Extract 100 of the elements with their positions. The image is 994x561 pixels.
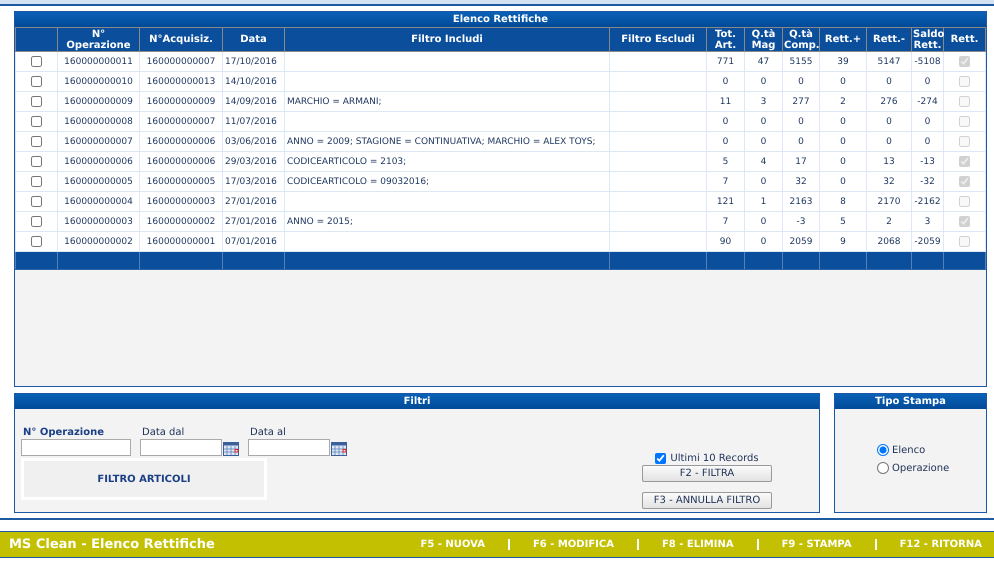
table-cell: 07/01/2016 — [222, 232, 284, 252]
table-cell: 03/06/2016 — [222, 132, 284, 152]
table-cell: 160000000011 — [58, 52, 140, 72]
column-header: Filtro Escludi — [610, 28, 706, 52]
table-cell: 277 — [782, 92, 820, 112]
panel-title: Tipo Stampa — [835, 394, 986, 409]
table-cell: -3 — [782, 212, 820, 232]
table-cell: -2059 — [912, 232, 944, 252]
table-cell: 32 — [866, 172, 912, 192]
shortcut-link[interactable]: F6 - MODIFICA — [532, 539, 614, 550]
column-header: Rett.- — [866, 28, 912, 52]
row-checkbox[interactable] — [31, 56, 42, 67]
filter-button[interactable]: F3 - ANNULLA FILTRO — [642, 492, 772, 509]
table-cell: 0 — [912, 132, 944, 152]
table-cell: 0 — [866, 72, 912, 92]
row-checkbox[interactable] — [31, 216, 42, 227]
table-cell: 0 — [912, 72, 944, 92]
input-field[interactable] — [140, 439, 222, 456]
column-header: Q.tà Mag — [744, 28, 782, 52]
table-cell: 0 — [866, 112, 912, 132]
table-cell: 160000000006 — [140, 152, 222, 172]
filter-button[interactable]: F2 - FILTRA — [642, 465, 772, 482]
table-cell: 0 — [706, 72, 744, 92]
table-cell: 0 — [820, 172, 866, 192]
field-label: N° Operazione — [22, 427, 105, 439]
table-cell: 160000000006 — [58, 152, 140, 172]
table-cell: 0 — [866, 132, 912, 152]
table-cell: 160000000007 — [58, 132, 140, 152]
table-cell: 14/09/2016 — [222, 92, 284, 112]
shortcut-link[interactable]: F5 - NUOVA — [420, 539, 485, 550]
column-header: Saldo Rett. — [912, 28, 944, 52]
row-checkbox[interactable] — [31, 76, 42, 87]
table-cell: 2068 — [866, 232, 912, 252]
table-cell: 2 — [866, 212, 912, 232]
table-cell: 3 — [912, 212, 944, 232]
table-cell: 17/10/2016 — [222, 52, 284, 72]
table-cell: 5147 — [866, 52, 912, 72]
print-type-radio[interactable] — [877, 462, 889, 474]
table-cell: ANNO = 2009; STAGIONE = CONTINUATIVA; MARCHIO = ALEX TOYS; — [284, 132, 610, 152]
table-cell: 0 — [820, 72, 866, 92]
calendar-icon[interactable] — [223, 441, 239, 456]
filter-articles-button[interactable]: FILTRO ARTICOLI — [21, 458, 267, 500]
table-cell: 160000000013 — [140, 72, 222, 92]
table-cell: 7 — [706, 212, 744, 232]
table-cell: 0 — [744, 212, 782, 232]
table-cell: 0 — [706, 132, 744, 152]
table-cell: MARCHIO = ARMANI; — [284, 92, 610, 112]
table-cell: 9 — [820, 232, 866, 252]
input-field[interactable] — [248, 439, 330, 456]
table-cell: 7 — [706, 172, 744, 192]
table-cell: 39 — [820, 52, 866, 72]
column-header: Rett.+ — [820, 28, 866, 52]
input-field[interactable] — [21, 439, 131, 456]
row-checkbox[interactable] — [31, 96, 42, 107]
table-cell: 29/03/2016 — [222, 152, 284, 172]
table-cell: 0 — [744, 112, 782, 132]
table-cell: -5108 — [912, 52, 944, 72]
table-cell: 32 — [782, 172, 820, 192]
shortcut-link[interactable]: F9 - STAMPA — [782, 539, 852, 550]
app-title: MS Clean - Elenco Rettifiche — [9, 537, 215, 552]
table-cell: 27/01/2016 — [222, 192, 284, 212]
table-cell: 0 — [820, 152, 866, 172]
table-cell: 11/07/2016 — [222, 112, 284, 132]
column-header: Filtro Includi — [284, 28, 610, 52]
table-cell: 14/10/2016 — [222, 72, 284, 92]
table-cell: 160000000009 — [58, 92, 140, 112]
table-cell: -13 — [912, 152, 944, 172]
print-type-radio[interactable] — [877, 444, 889, 456]
table-cell: -2162 — [912, 192, 944, 212]
checkbox-label: Ultimi 10 Records — [670, 453, 759, 464]
table-cell: 8 — [820, 192, 866, 212]
table-cell: 160000000006 — [140, 132, 222, 152]
radio-label: Elenco — [892, 444, 926, 456]
table-cell: 0 — [820, 132, 866, 152]
calendar-icon[interactable] — [331, 441, 347, 456]
table-cell: 0 — [782, 132, 820, 152]
radio-label: Operazione — [892, 462, 950, 474]
column-header: Q.tà Comp. — [782, 28, 820, 52]
last-records-checkbox[interactable] — [655, 453, 666, 464]
table-cell: CODICEARTICOLO = 2103; — [284, 152, 610, 172]
shortcut-link[interactable]: F8 - ELIMINA — [662, 539, 734, 550]
panel-title: Filtri — [15, 394, 819, 409]
table-cell: 121 — [706, 192, 744, 212]
field-label: Data al — [249, 427, 287, 439]
row-checkbox[interactable] — [31, 136, 42, 147]
table-cell: -274 — [912, 92, 944, 112]
table-cell: 160000000005 — [58, 172, 140, 192]
column-header: Rett. — [944, 28, 986, 52]
table-cell: 0 — [782, 112, 820, 132]
row-checkbox[interactable] — [31, 156, 42, 167]
row-checkbox[interactable] — [31, 116, 42, 127]
table-cell: 160000000002 — [58, 232, 140, 252]
table-cell: 90 — [706, 232, 744, 252]
row-checkbox[interactable] — [31, 236, 42, 247]
table-cell: ANNO = 2015; — [284, 212, 610, 232]
field-label: Data dal — [141, 427, 186, 439]
row-checkbox[interactable] — [31, 176, 42, 187]
shortcut-link[interactable]: F12 - RITORNA — [900, 539, 982, 550]
row-checkbox[interactable] — [31, 196, 42, 207]
table-cell: 160000000010 — [58, 72, 140, 92]
